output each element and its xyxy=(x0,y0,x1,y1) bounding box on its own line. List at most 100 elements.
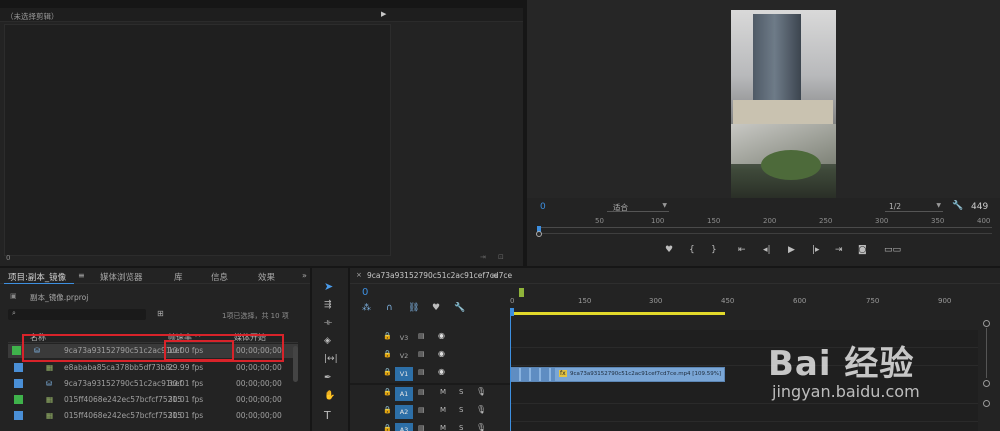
type-tool-icon[interactable]: T xyxy=(324,409,331,422)
table-row[interactable]: ▦ e8ababa85ca378bb5df73b8c 29.99 fps 00;… xyxy=(8,361,298,375)
slip-tool-icon[interactable]: |↔| xyxy=(324,354,338,364)
solo-button[interactable]: S xyxy=(459,424,463,431)
tab-media-browser[interactable]: 媒体浏览器 xyxy=(100,271,143,283)
timeline-timecode: 0 xyxy=(362,287,369,298)
lock-icon[interactable]: 🔒 xyxy=(383,406,392,414)
sync-lock-icon[interactable]: ▤ xyxy=(418,368,425,376)
sequence-icon: ⛁ xyxy=(46,379,53,388)
video-clip[interactable]: fx 9ca73a93152790c51c2ac91cef7cd7ce.mp4 … xyxy=(510,367,725,382)
in-point-marker[interactable] xyxy=(519,288,524,297)
go-to-out-icon[interactable]: ⇥ xyxy=(835,245,843,255)
timeline-ruler[interactable]: 0 150 300 450 600 750 900 xyxy=(510,288,980,318)
program-ruler[interactable]: 50 100 150 200 250 300 350 400 xyxy=(537,217,992,233)
fx-badge: fx xyxy=(559,370,567,377)
go-to-in-icon[interactable]: ⇤ xyxy=(738,245,746,255)
tracks-area: 🔒 V3 ▤ ◉ 🔒 V2 ▤ ◉ 🔒 V1 ▤ ◉ 🔒 A1 ▤ M S 🎙 … xyxy=(350,316,978,431)
sync-lock-icon[interactable]: ▤ xyxy=(418,406,425,414)
tab-project[interactable]: 项目:副本_镜像 xyxy=(8,271,66,283)
lock-icon[interactable]: 🔒 xyxy=(383,350,392,358)
eye-icon[interactable]: ◉ xyxy=(438,331,445,340)
mic-icon[interactable]: 🎙 xyxy=(476,387,486,396)
tab-effects[interactable]: 效果 xyxy=(258,271,275,283)
sync-lock-icon[interactable]: ▤ xyxy=(418,350,425,358)
razor-tool-icon[interactable]: ◈ xyxy=(324,336,331,346)
timeline-tab-bar: × 9ca73a93152790c51c2ac91cef7cd7ce ≡ xyxy=(350,268,1000,284)
label-color-swatch xyxy=(14,363,23,372)
timeline-settings-icon[interactable]: 🔧 xyxy=(454,303,465,313)
step-forward-icon[interactable]: |▸ xyxy=(812,245,820,255)
project-scrollbar[interactable] xyxy=(293,346,298,382)
nest-icon[interactable]: ⁂ xyxy=(362,303,371,313)
selection-tool-icon[interactable]: ➤ xyxy=(324,280,333,293)
eye-icon[interactable]: ◉ xyxy=(438,349,445,358)
new-bin-icon[interactable]: ⊞ xyxy=(157,309,164,318)
mute-button[interactable]: M xyxy=(440,424,446,431)
annotation-box-fps xyxy=(164,340,234,361)
pen-tool-icon[interactable]: ✒ xyxy=(324,373,332,383)
ripple-edit-tool-icon[interactable]: ⟛ xyxy=(324,318,332,328)
tab-info[interactable]: 信息 xyxy=(211,271,228,283)
sync-lock-icon[interactable]: ▤ xyxy=(418,332,425,340)
overflow-icon[interactable]: » xyxy=(302,271,307,280)
menu-icon[interactable]: ≡ xyxy=(78,271,85,280)
clip-icon: ▦ xyxy=(46,363,54,372)
table-row[interactable]: ▦ 015ff4068e242ec57bcfcf75215 30.01 fps … xyxy=(8,393,298,407)
menu-icon[interactable]: ≡ xyxy=(491,271,498,280)
mark-out-icon[interactable]: } xyxy=(711,245,717,255)
playhead-line xyxy=(510,316,511,431)
hand-tool-icon[interactable]: ✋ xyxy=(324,391,335,401)
source-monitor-panel: （未选择剪辑） ▶ 0 ⇥ ⊡ xyxy=(0,8,523,266)
play-icon[interactable]: ▶ xyxy=(788,245,795,255)
mark-in-icon[interactable]: { xyxy=(689,245,695,255)
label-color-swatch xyxy=(14,411,23,420)
solo-button[interactable]: S xyxy=(459,388,463,396)
lock-icon[interactable]: 🔒 xyxy=(383,388,392,396)
snap-icon[interactable]: ∩ xyxy=(386,303,393,313)
table-row[interactable]: ⛁ 9ca73a93152790c51c2ac91cef 30.01 fps 0… xyxy=(8,377,298,391)
add-marker-icon[interactable]: ♥ xyxy=(432,303,440,313)
tab-library[interactable]: 库 xyxy=(174,271,183,283)
resolution-dropdown[interactable]: 1/2 ▼ xyxy=(885,201,943,212)
mute-button[interactable]: M xyxy=(440,388,446,396)
scroll-handle[interactable] xyxy=(536,231,542,237)
premiere-window: （未选择剪辑） ▶ 0 ⇥ ⊡ 0 适合 ▼ 1/2 ▼ 🔧 449 50 10… xyxy=(0,0,1000,431)
project-search-input[interactable]: ⌕ xyxy=(8,309,146,320)
zoom-scrollbar[interactable] xyxy=(536,231,992,237)
panel-menu-arrow-icon[interactable]: ▶ xyxy=(381,10,386,18)
camera-icon[interactable]: ◙ xyxy=(858,245,867,255)
work-area-bar[interactable] xyxy=(510,312,725,315)
source-title: （未选择剪辑） xyxy=(6,12,59,21)
trees-shape xyxy=(761,150,821,180)
lock-icon[interactable]: 🔒 xyxy=(383,424,392,431)
selection-info: 1项已选择，共 10 项 xyxy=(222,312,289,320)
sync-lock-icon[interactable]: ▤ xyxy=(418,424,425,431)
source-monitor-header: （未选择剪辑） ▶ xyxy=(0,8,523,22)
sync-lock-icon[interactable]: ▤ xyxy=(418,388,425,396)
mic-icon[interactable]: 🎙 xyxy=(476,405,486,414)
mute-button[interactable]: M xyxy=(440,406,446,414)
timeline-vscroll[interactable] xyxy=(982,320,992,430)
project-panel: 项目:副本_镜像 ≡ 媒体浏览器 库 信息 效果 » ▣ 副本_镜像.prpro… xyxy=(0,268,310,431)
compare-icon[interactable]: ▭▭ xyxy=(884,245,901,255)
tools-panel: ➤ ⇶ ⟛ ◈ |↔| ✒ ✋ T xyxy=(312,268,348,431)
close-icon[interactable]: × xyxy=(356,271,362,279)
lock-icon[interactable]: 🔒 xyxy=(383,368,392,376)
lock-icon[interactable]: 🔒 xyxy=(383,332,392,340)
track-select-tool-icon[interactable]: ⇶ xyxy=(324,300,332,310)
solo-button[interactable]: S xyxy=(459,406,463,414)
table-row[interactable]: ▦ 015ff4068e242ec57bcfcf75215 30.01 fps … xyxy=(8,409,298,423)
source-settings-icon[interactable]: ⊡ xyxy=(498,253,504,261)
source-monitor-viewer xyxy=(4,24,391,256)
clip-label: 9ca73a93152790c51c2ac91cef7cd7ce.mp4 [10… xyxy=(570,371,722,377)
wrench-icon[interactable]: 🔧 xyxy=(952,201,963,211)
mic-icon[interactable]: 🎙 xyxy=(476,423,486,431)
linked-selection-icon[interactable]: ⛓ xyxy=(408,303,419,313)
fit-dropdown[interactable]: 适合 ▼ xyxy=(607,201,669,212)
video-frame xyxy=(731,10,836,198)
marker-icon[interactable]: ♥ xyxy=(665,245,673,255)
track-lanes: fx 9ca73a93152790c51c2ac91cef7cd7ce.mp4 … xyxy=(510,316,978,431)
eye-icon[interactable]: ◉ xyxy=(438,367,445,376)
source-export-icon[interactable]: ⇥ xyxy=(480,253,486,261)
step-back-icon[interactable]: ◂| xyxy=(763,245,771,255)
timeline-playhead[interactable] xyxy=(510,308,514,316)
